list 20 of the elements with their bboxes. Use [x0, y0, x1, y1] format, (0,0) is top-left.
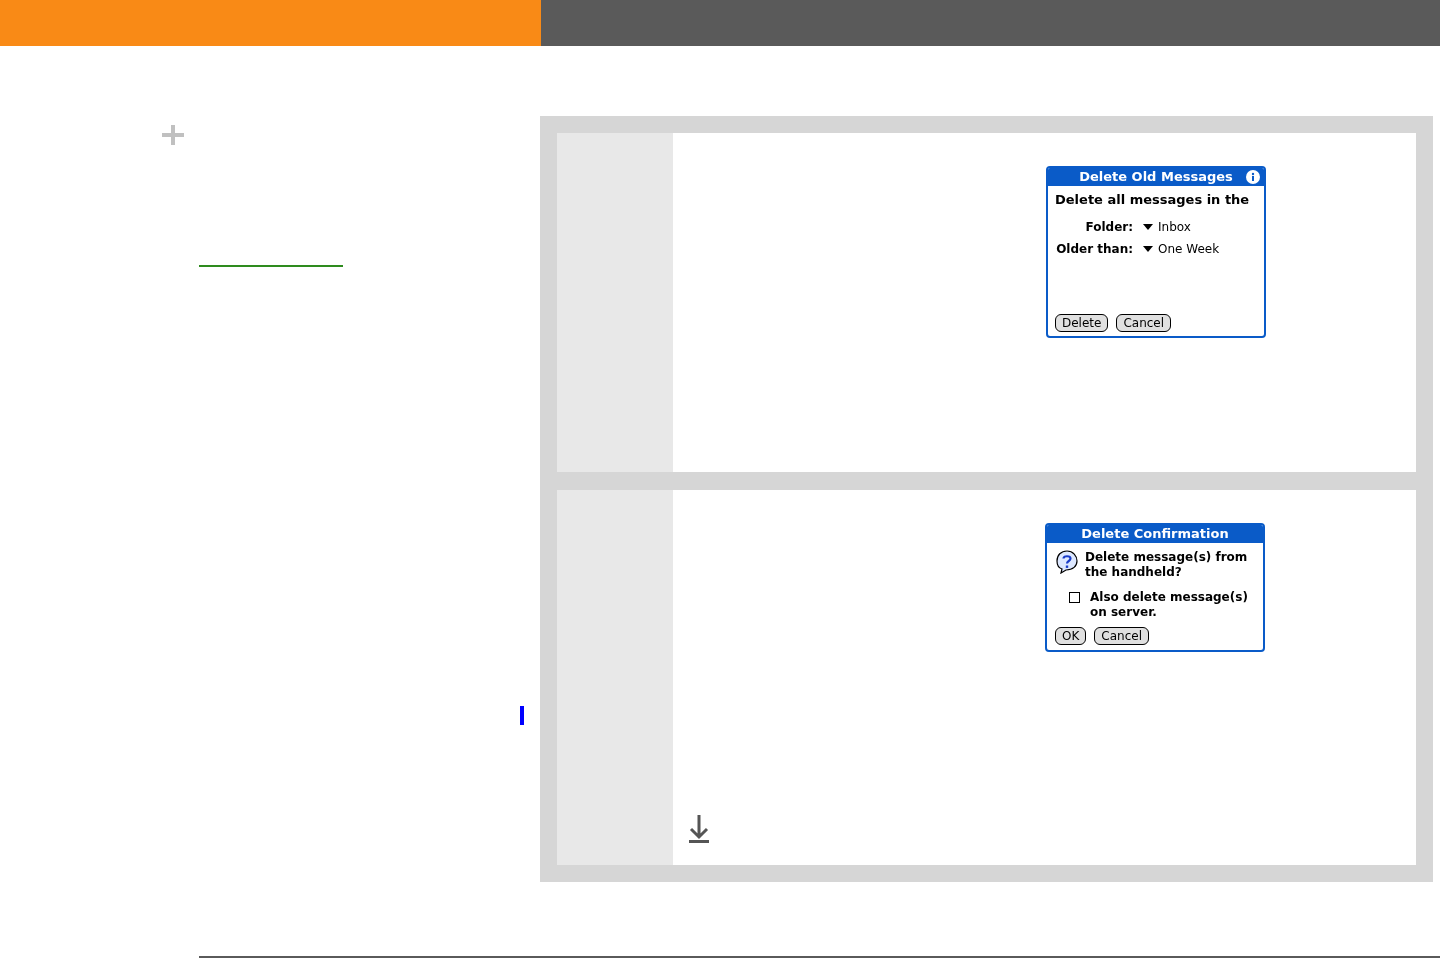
dropdown-trigger[interactable]: Inbox — [1143, 219, 1257, 235]
download-arrow-icon — [688, 815, 710, 843]
field-label: Older than: — [1055, 241, 1134, 257]
dialog-button[interactable]: Delete — [1055, 314, 1109, 332]
dropdown-trigger[interactable]: One Week — [1143, 241, 1257, 257]
change-bar — [520, 706, 524, 725]
checkbox-label: Also delete message(s) on server. — [1090, 590, 1249, 620]
field-label: Folder: — [1084, 219, 1134, 235]
plus-icon — [162, 125, 184, 145]
dialog-text: Delete all messages in the — [1055, 192, 1251, 208]
checkbox[interactable] — [1069, 592, 1080, 603]
question-bubble-icon — [1055, 550, 1079, 574]
dropdown-caret-icon — [1143, 246, 1153, 252]
dialog-title: Delete Confirmation — [1081, 526, 1229, 541]
dropdown-caret-icon — [1143, 224, 1153, 230]
dialog-button[interactable]: OK — [1055, 627, 1087, 645]
dialog-title: Delete Old Messages — [1079, 169, 1233, 184]
dialog-message: Delete message(s) from the handheld? — [1085, 550, 1249, 580]
dialog-button[interactable]: Cancel — [1116, 314, 1172, 332]
dialog-button[interactable]: Cancel — [1094, 627, 1149, 645]
